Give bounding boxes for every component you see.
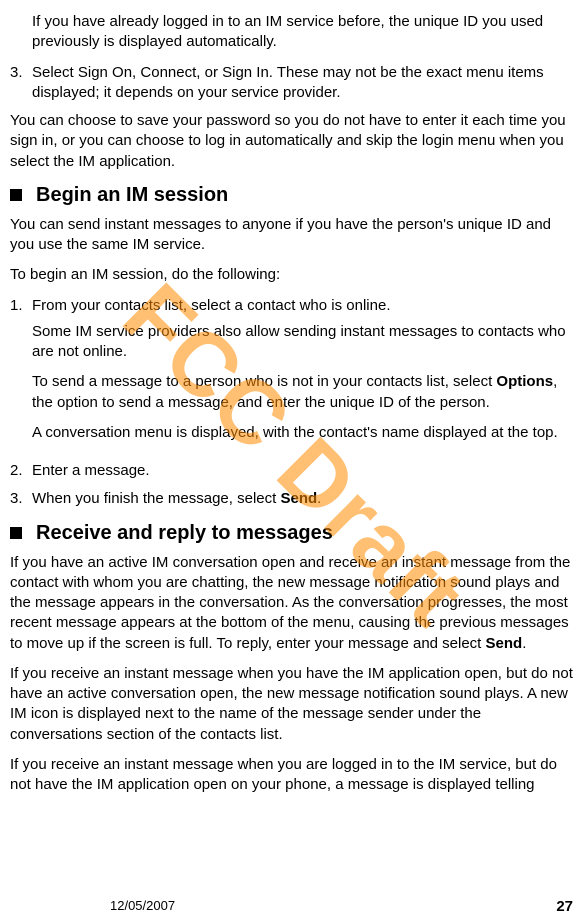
step-1-p2: Some IM service providers also allow sen… [32,322,577,363]
options-pre: To send a message to a person who is not… [32,373,496,390]
p1-post: . [522,635,526,652]
square-bullet-icon [10,189,22,201]
list-number: 1. [10,296,32,454]
save-password-para: You can choose to save your password so … [10,111,577,172]
list-body: When you finish the message, select Send… [32,489,577,509]
list-body: Select Sign On, Connect, or Sign In. The… [32,63,577,104]
step-1-p1: From your contacts list, select a contac… [32,296,577,316]
footer-date: 12/05/2007 [110,898,175,913]
step-1-options: To send a message to a person who is not… [32,372,577,413]
p1-bold: Send [486,635,523,652]
list-number: 2. [10,461,32,481]
heading-receive-reply: Receive and reply to messages [10,520,577,547]
step-1: 1. From your contacts list, select a con… [10,296,577,454]
section2-p2: If you receive an instant message when y… [10,664,577,745]
section1-intro: You can send instant messages to anyone … [10,215,577,256]
prev-login-para: If you have already logged in to an IM s… [10,12,577,53]
step-2: 2. Enter a message. [10,461,577,481]
step-3-pre: When you finish the message, select [32,490,280,507]
square-bullet-icon [10,527,22,539]
list-number: 3. [10,489,32,509]
step-1-tail: A conversation menu is displayed, with t… [32,423,577,443]
options-bold: Options [496,373,553,390]
section2-p1: If you have an active IM conversation op… [10,553,577,654]
section1-lead: To begin an IM session, do the following… [10,265,577,285]
step-3: 3. When you finish the message, select S… [10,489,577,509]
heading-text: Begin an IM session [36,182,228,209]
list-item-3: 3. Select Sign On, Connect, or Sign In. … [10,63,577,104]
heading-text: Receive and reply to messages [36,520,333,547]
step-3-bold: Send [280,490,317,507]
list-number: 3. [10,63,32,104]
list-body: Enter a message. [32,461,577,481]
page-content: If you have already logged in to an IM s… [0,0,587,795]
step-3-post: . [317,490,321,507]
list-body: From your contacts list, select a contac… [32,296,577,454]
heading-begin-im-session: Begin an IM session [10,182,577,209]
page-number: 27 [556,898,573,915]
section2-p3: If you receive an instant message when y… [10,755,577,796]
